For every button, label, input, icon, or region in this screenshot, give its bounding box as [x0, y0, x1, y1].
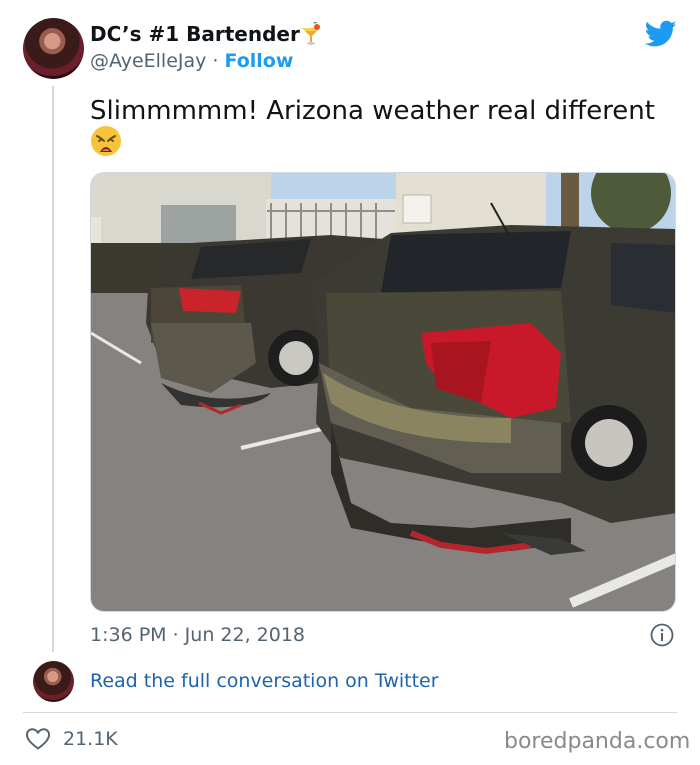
heart-icon[interactable] [25, 727, 51, 751]
handle-row: @AyeElleJay · Follow [90, 50, 293, 72]
handle-separator: · [206, 50, 225, 72]
author-name[interactable]: DC’s #1 Bartender [90, 22, 300, 46]
divider [23, 712, 677, 713]
like-count: 21.1K [63, 728, 118, 750]
thread-line [52, 86, 54, 652]
watermark: boredpanda.com [504, 729, 691, 754]
twitter-bird-icon[interactable] [645, 20, 677, 48]
tweet-text: Slimmmmm! Arizona weather real different [90, 96, 655, 126]
author-handle[interactable]: @AyeElleJay [90, 50, 206, 72]
follow-button[interactable]: Follow [225, 50, 294, 72]
reply-avatar[interactable] [33, 661, 74, 702]
tweet-photo[interactable] [90, 172, 676, 612]
tweet-embed-card: DC’s #1 Bartender @AyeElleJay · Follow S… [0, 0, 700, 765]
tweet-timestamp[interactable]: 1:36 PM · Jun 22, 2018 [90, 624, 305, 646]
read-conversation-link[interactable]: Read the full conversation on Twitter [90, 670, 439, 692]
weary-face-icon [91, 126, 121, 156]
author-avatar[interactable] [23, 18, 84, 79]
info-icon[interactable] [650, 623, 674, 647]
tropical-drink-icon [302, 22, 320, 45]
